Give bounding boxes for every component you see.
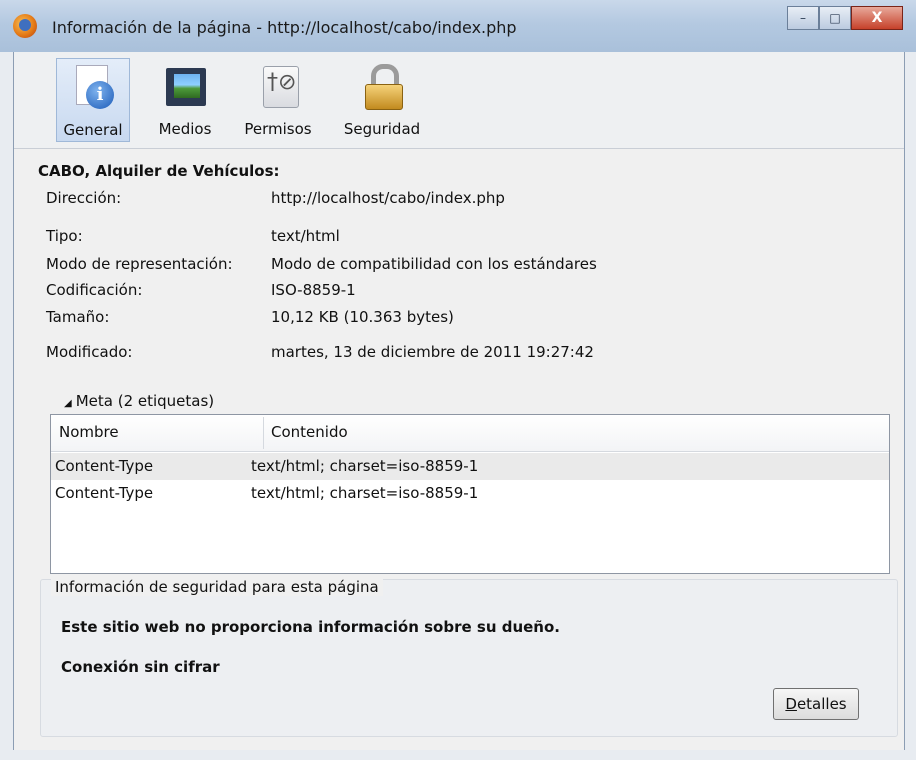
meta-name-cell: Content-Type [55, 484, 154, 502]
maximize-button[interactable]: □ [819, 6, 851, 30]
details-button-label: etalles [796, 695, 847, 713]
encoding-label: Codificación: [46, 281, 143, 299]
tab-media[interactable]: Medios [150, 58, 220, 142]
address-value[interactable]: http://localhost/cabo/index.php [271, 189, 505, 207]
page-title: CABO, Alquiler de Vehículos: [38, 162, 280, 180]
meta-legend[interactable]: ◢ Meta (2 etiquetas) [60, 392, 219, 410]
tab-general[interactable]: i General [56, 58, 130, 142]
window-controls: – □ X [787, 6, 903, 34]
close-button[interactable]: X [851, 6, 903, 30]
tab-toolbar: i General Medios †⊘ Permisos Seguridad [14, 52, 904, 149]
tab-general-label: General [63, 121, 123, 139]
table-row[interactable]: Content-Type text/html; charset=iso-8859… [51, 480, 889, 507]
meta-content-cell: text/html; charset=iso-8859-1 [251, 457, 479, 475]
meta-table[interactable]: Nombre Contenido Content-Type text/html;… [50, 414, 890, 574]
collapse-triangle-icon[interactable]: ◢ [64, 398, 72, 409]
dialog-body: i General Medios †⊘ Permisos Seguridad C… [13, 52, 905, 750]
tab-media-label: Medios [158, 120, 212, 138]
render-mode-value[interactable]: Modo de compatibilidad con los estándare… [271, 255, 597, 273]
connection-status-text: Conexión sin cifrar [61, 658, 220, 676]
column-content-header[interactable]: Contenido [271, 423, 348, 441]
type-label: Tipo: [46, 227, 83, 245]
meta-legend-text: Meta (2 etiquetas) [75, 392, 215, 410]
title-bar[interactable]: Información de la página - http://localh… [0, 0, 916, 52]
info-icon: i [70, 65, 116, 111]
security-group: Información de seguridad para esta págin… [40, 578, 898, 737]
details-button[interactable]: Detalles [773, 688, 859, 720]
column-name-header[interactable]: Nombre [59, 423, 119, 441]
lock-icon [359, 64, 405, 110]
tab-security[interactable]: Seguridad [336, 58, 428, 142]
size-label: Tamaño: [46, 308, 110, 326]
tab-security-label: Seguridad [343, 120, 421, 138]
meta-name-cell: Content-Type [55, 457, 154, 475]
encoding-value[interactable]: ISO-8859-1 [271, 281, 356, 299]
page-info-window: Información de la página - http://localh… [0, 0, 916, 760]
owner-info-text: Este sitio web no proporciona informació… [61, 618, 560, 636]
tab-permissions[interactable]: †⊘ Permisos [238, 58, 318, 142]
minimize-button[interactable]: – [787, 6, 819, 30]
meta-group: ◢ Meta (2 etiquetas) Nombre Contenido Con… [38, 392, 894, 574]
permissions-icon: †⊘ [255, 64, 301, 110]
firefox-icon [13, 14, 37, 38]
modified-value[interactable]: martes, 13 de diciembre de 2011 19:27:42 [271, 343, 594, 361]
media-icon [162, 64, 208, 110]
render-mode-label: Modo de representación: [46, 255, 233, 273]
modified-label: Modificado: [46, 343, 133, 361]
size-value[interactable]: 10,12 KB (10.363 bytes) [271, 308, 454, 326]
security-legend: Información de seguridad para esta págin… [51, 578, 383, 596]
address-label: Dirección: [46, 189, 122, 207]
window-title: Información de la página - http://localh… [52, 18, 517, 37]
tab-permissions-label: Permisos [244, 120, 312, 138]
column-divider[interactable] [263, 417, 264, 449]
details-accelerator: D [785, 695, 797, 713]
meta-table-header: Nombre Contenido [51, 415, 889, 452]
type-value[interactable]: text/html [271, 227, 340, 245]
meta-content-cell: text/html; charset=iso-8859-1 [251, 484, 479, 502]
table-row[interactable]: Content-Type text/html; charset=iso-8859… [51, 453, 889, 480]
